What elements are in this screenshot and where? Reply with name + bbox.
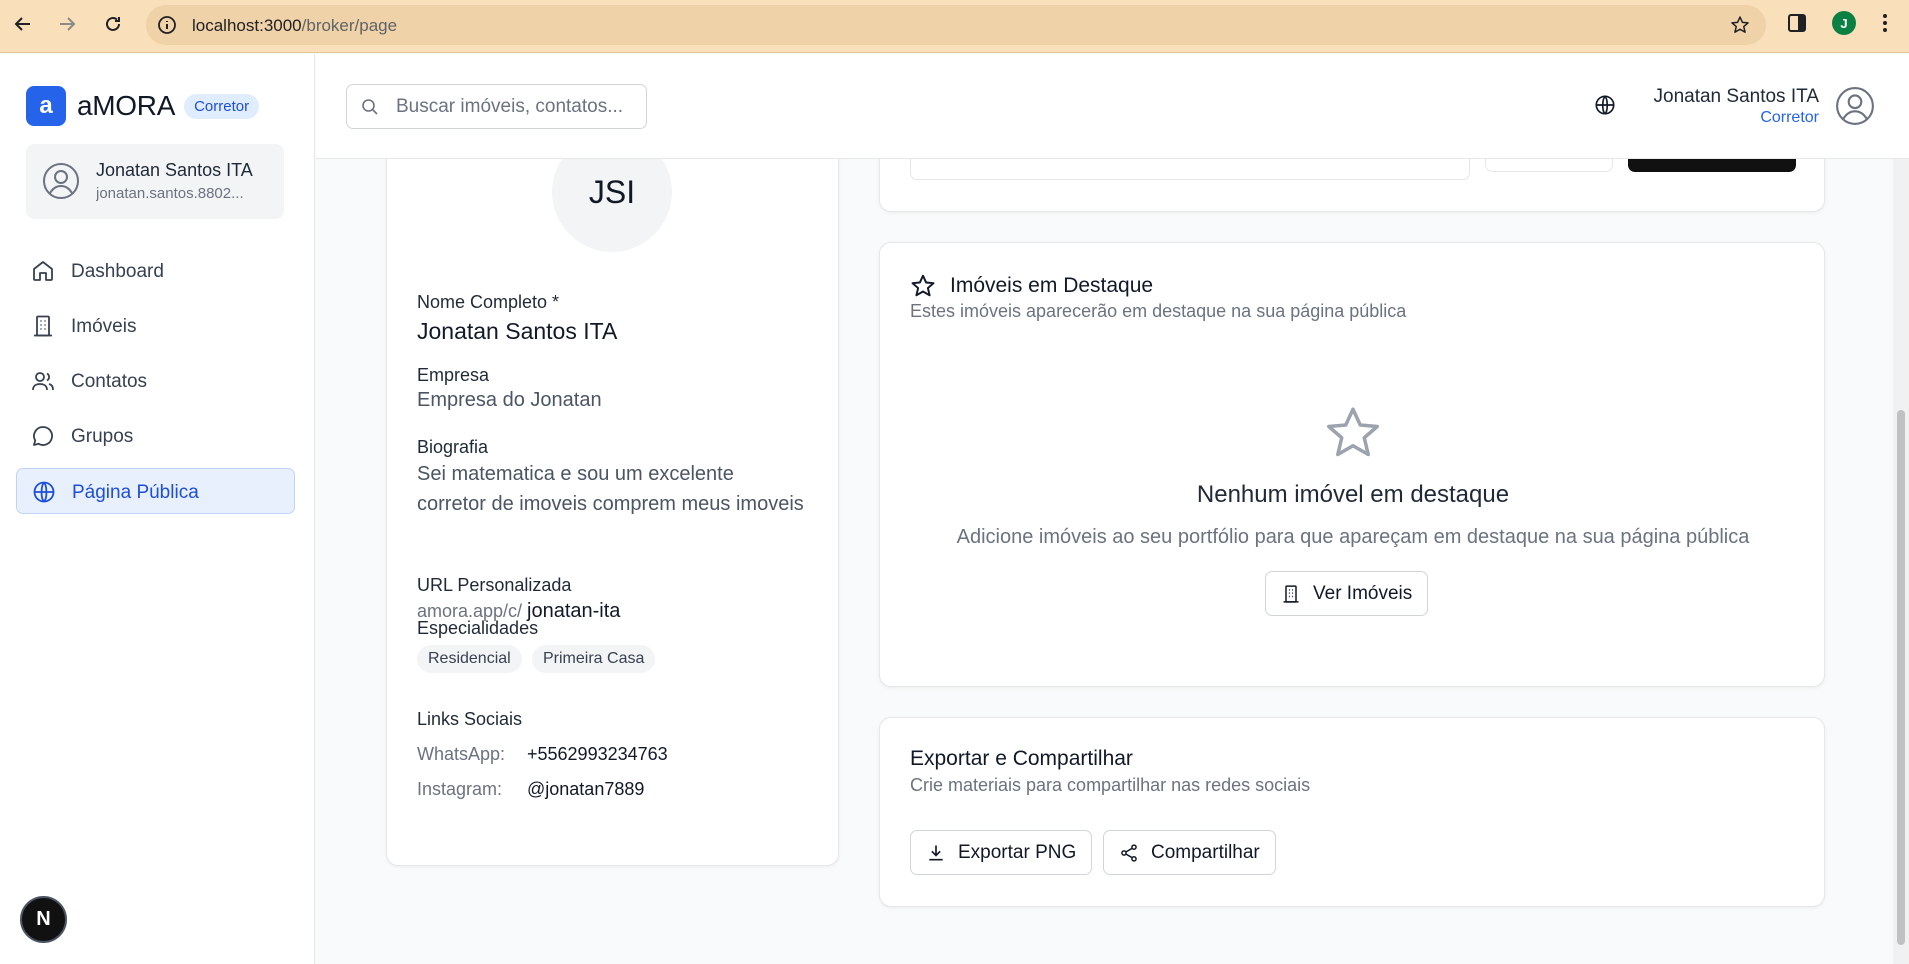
full-name-label: Nome Completo *: [417, 292, 560, 312]
forward-arrow-icon[interactable]: [55, 12, 79, 36]
whatsapp-value: +5562993234763: [527, 744, 668, 764]
sidebar-item-grupos[interactable]: Grupos: [16, 413, 295, 459]
sidebar-item-dashboard[interactable]: Dashboard: [16, 248, 295, 294]
bio-value: Sei matematica e sou um excelente corret…: [417, 463, 804, 515]
export-png-button[interactable]: Exportar PNG: [910, 830, 1093, 875]
instagram-label: Instagram:: [417, 779, 503, 799]
sidebar-item-label: Dashboard: [71, 261, 164, 282]
nextjs-devtools-button[interactable]: N: [20, 896, 67, 943]
side-panel-icon[interactable]: [1786, 12, 1808, 34]
brand[interactable]: a aMORA Corretor: [26, 86, 260, 126]
building-icon: [1283, 584, 1299, 603]
bio-label: Biografia: [417, 437, 489, 457]
share-icon: [1121, 843, 1137, 862]
empty-state-title: Nenhum imóvel em destaque: [1196, 481, 1510, 508]
share-button[interactable]: Compartilhar: [1103, 830, 1276, 875]
url-text: localhost:3000/broker/page: [192, 16, 397, 36]
bookmark-star-icon[interactable]: [1730, 15, 1750, 35]
export-share-card: Exportar e Compartilhar Crie materiais p…: [879, 717, 1825, 907]
view-properties-label: Ver Imóveis: [1313, 582, 1413, 604]
empty-state-subtitle: Adicione imóveis ao seu portfólio para q…: [956, 526, 1750, 548]
search-box[interactable]: [346, 84, 647, 129]
sidebar-item-pagina-publica[interactable]: Página Pública: [16, 468, 295, 514]
scrollbar-thumb[interactable]: [1897, 410, 1905, 945]
building-icon: [31, 314, 55, 338]
sidebar-item-label: Imóveis: [71, 316, 137, 337]
star-icon: [910, 273, 936, 299]
browser-menu-icon[interactable]: [1874, 12, 1896, 34]
whatsapp-label: WhatsApp:: [417, 744, 506, 764]
sidebar-item-label: Grupos: [71, 426, 134, 447]
sidebar-item-imoveis[interactable]: Imóveis: [16, 303, 295, 349]
main-content: JSI Nome Completo * Jonatan Santos ITA E…: [316, 159, 1893, 964]
site-info-icon[interactable]: [157, 15, 177, 35]
sidebar-item-label: Página Pública: [72, 482, 199, 503]
topbar: Jonatan Santos ITA Corretor: [316, 54, 1909, 159]
custom-url-label: URL Personalizada: [417, 575, 572, 595]
save-button[interactable]: [1628, 159, 1796, 172]
sidebar-user-card[interactable]: Jonatan Santos ITA jonatan.santos.8802..…: [26, 144, 284, 219]
user-circle-icon: [42, 162, 80, 200]
view-properties-button[interactable]: Ver Imóveis: [1265, 571, 1429, 616]
url-settings-card: [879, 159, 1825, 212]
search-icon: [361, 98, 379, 116]
reload-icon[interactable]: [101, 12, 125, 36]
header-user-name: Jonatan Santos ITA: [1653, 86, 1819, 107]
page-scrollbar[interactable]: [1893, 159, 1909, 964]
url-input[interactable]: [910, 159, 1470, 180]
home-icon: [31, 259, 55, 283]
chat-bubble-icon: [31, 424, 55, 448]
export-title: Exportar e Compartilhar: [910, 747, 1133, 770]
full-name-value: Jonatan Santos ITA: [417, 318, 618, 344]
export-subtitle: Crie materiais para compartilhar nas red…: [910, 775, 1311, 795]
featured-title: Imóveis em Destaque: [950, 274, 1154, 297]
browser-profile-avatar[interactable]: J: [1832, 11, 1856, 35]
sidebar-item-label: Contatos: [71, 371, 148, 392]
custom-url-slug: jonatan-ita: [527, 600, 621, 622]
globe-icon: [32, 480, 56, 504]
featured-properties-card: Imóveis em Destaque Estes imóveis aparec…: [879, 242, 1825, 687]
copy-button[interactable]: [1485, 159, 1613, 172]
specialty-tag: Residencial: [417, 645, 522, 673]
sidebar: a aMORA Corretor Jonatan Santos ITA jona…: [0, 54, 315, 964]
specialties-label: Especialidades: [417, 618, 539, 638]
social-links-label: Links Sociais: [417, 709, 523, 729]
export-png-label: Exportar PNG: [958, 841, 1077, 863]
language-globe-icon[interactable]: [1594, 94, 1616, 116]
users-icon: [31, 369, 55, 393]
company-label: Empresa: [417, 365, 490, 385]
url-path: /broker/page: [301, 16, 398, 35]
featured-subtitle: Estes imóveis aparecerão em destaque na …: [910, 301, 1407, 321]
role-badge: Corretor: [184, 93, 260, 119]
sidebar-user-name: Jonatan Santos ITA: [96, 160, 253, 180]
empty-star-icon: [1323, 403, 1383, 463]
user-avatar-icon[interactable]: [1835, 86, 1875, 126]
share-label: Compartilhar: [1151, 841, 1260, 863]
profile-avatar: JSI: [552, 159, 672, 252]
instagram-value: @jonatan7889: [527, 779, 645, 799]
sidebar-user-email: jonatan.santos.8802...: [96, 185, 244, 202]
specialty-tag: Primeira Casa: [532, 645, 656, 673]
browser-toolbar: localhost:3000/broker/page J: [0, 0, 1909, 53]
back-arrow-icon[interactable]: [11, 12, 35, 36]
search-input[interactable]: [396, 95, 636, 119]
address-bar[interactable]: localhost:3000/broker/page: [146, 5, 1766, 45]
download-icon: [929, 845, 943, 860]
url-host: localhost:3000: [192, 16, 302, 35]
brand-name: aMORA: [77, 90, 176, 121]
sidebar-item-contatos[interactable]: Contatos: [16, 358, 295, 404]
profile-preview-card: JSI Nome Completo * Jonatan Santos ITA E…: [386, 159, 839, 866]
header-user-role: Corretor: [1760, 109, 1819, 126]
company-value: Empresa do Jonatan: [417, 389, 602, 411]
brand-logo: a: [26, 86, 66, 126]
